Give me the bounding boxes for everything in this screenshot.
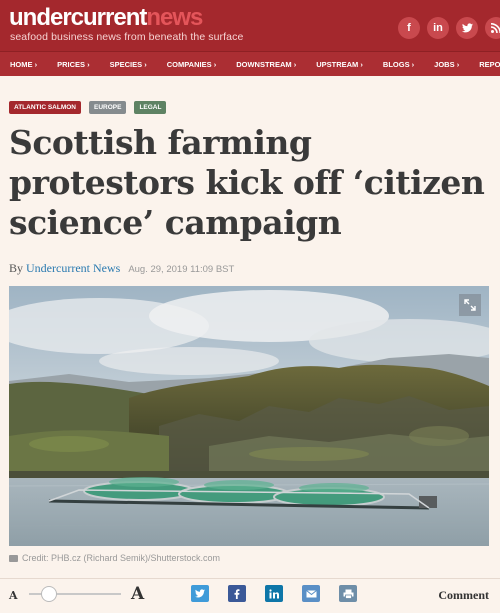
printer-icon — [343, 589, 353, 599]
print-button[interactable] — [339, 585, 357, 602]
article-tags: ATLANTIC SALMON EUROPE LEGAL — [9, 101, 167, 114]
nav-item-upstream[interactable]: UPSTREAM — [316, 60, 363, 69]
site-tagline: seafood business news from beneath the s… — [10, 31, 244, 43]
share-facebook-button[interactable] — [228, 585, 246, 602]
linkedin-icon[interactable]: in — [427, 17, 449, 39]
author-link[interactable]: Undercurrent News — [26, 261, 120, 275]
nav-item-downstream[interactable]: DOWNSTREAM — [236, 60, 296, 69]
byline-prefix: By — [9, 261, 24, 275]
article-toolbar: A A Comment — [0, 578, 500, 613]
font-size-slider-handle[interactable] — [41, 586, 57, 602]
font-size-slider[interactable] — [29, 586, 121, 602]
comment-link[interactable]: Comment — [438, 588, 489, 603]
camera-icon — [9, 555, 18, 562]
email-icon — [305, 589, 317, 597]
twitter-icon[interactable] — [456, 17, 478, 39]
share-linkedin-button[interactable] — [265, 585, 283, 602]
share-twitter-button[interactable] — [191, 585, 209, 602]
font-size-small-label: A — [9, 589, 18, 602]
social-links: f in — [398, 17, 500, 39]
rss-icon[interactable] — [485, 17, 500, 39]
tag-atlantic-salmon[interactable]: ATLANTIC SALMON — [9, 101, 81, 114]
font-size-large-label: A — [131, 584, 145, 604]
nav-item-home[interactable]: HOME — [10, 60, 37, 69]
nav-item-blogs[interactable]: BLOGS — [383, 60, 414, 69]
expand-image-button[interactable] — [459, 294, 481, 316]
expand-icon — [464, 299, 476, 311]
hero-image[interactable] — [9, 286, 489, 546]
image-credit: Credit: PHB.cz (Richard Semik)/Shutterst… — [9, 553, 220, 563]
twitter-icon — [195, 589, 205, 598]
publish-date: Aug. 29, 2019 11:09 BST — [128, 264, 235, 275]
tag-legal[interactable]: LEGAL — [134, 101, 167, 114]
byline: By Undercurrent News Aug. 29, 2019 11:09… — [9, 261, 234, 276]
article-title: Scottish farming protestors kick off ‘ci… — [9, 123, 485, 242]
nav-item-prices[interactable]: PRICES — [57, 60, 90, 69]
nav-item-companies[interactable]: COMPANIES — [167, 60, 216, 69]
facebook-icon — [234, 588, 240, 599]
linkedin-icon — [269, 588, 279, 598]
nav-item-jobs[interactable]: JOBS — [434, 60, 459, 69]
main-nav: HOME PRICES SPECIES COMPANIES DOWNSTREAM… — [0, 51, 500, 76]
share-email-button[interactable] — [302, 585, 320, 602]
loch-fish-farm-illustration — [9, 286, 489, 546]
tag-europe[interactable]: EUROPE — [88, 101, 127, 114]
nav-item-species[interactable]: SPECIES — [110, 60, 147, 69]
nav-item-reports[interactable]: REPOR — [479, 60, 500, 69]
site-logo[interactable]: undercurrentnews — [9, 5, 203, 31]
site-header: undercurrentnews seafood business news f… — [0, 0, 500, 51]
facebook-icon[interactable]: f — [398, 17, 420, 39]
credit-text: Credit: PHB.cz (Richard Semik)/Shutterst… — [22, 553, 221, 563]
